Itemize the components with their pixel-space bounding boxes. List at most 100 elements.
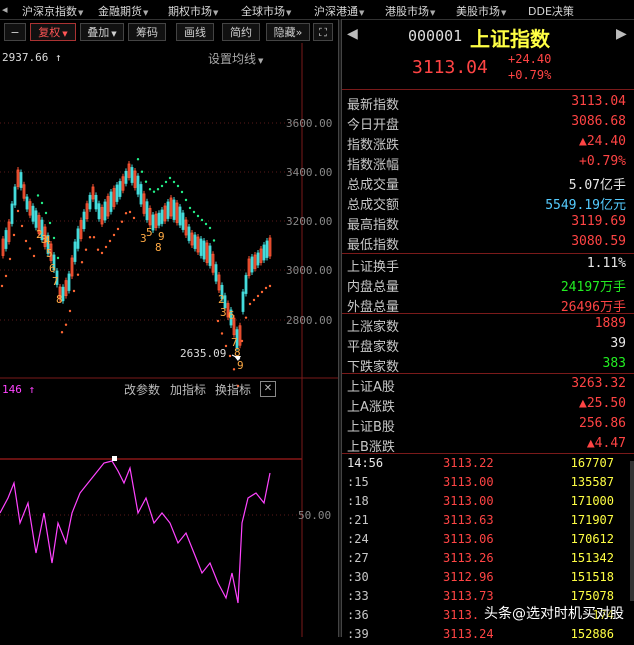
overlay-dropdown[interactable]: 叠加 ▼ <box>80 23 124 41</box>
kline-chart[interactable]: 23456783589236789 2937.66 ↑ 设置均线 ▼ 3600.0… <box>0 43 338 637</box>
add-indicator-button[interactable]: 加指标 <box>170 381 206 398</box>
td-count-label: 2 <box>218 293 225 306</box>
candle-body <box>124 170 128 184</box>
menu-item-hk[interactable]: 港股市场▼ <box>385 3 435 19</box>
stop-dot <box>228 354 232 358</box>
quote-row: 指数涨跌 ▲24.40 <box>342 133 634 153</box>
tick-time: 14:56 <box>347 456 384 470</box>
stop-dots <box>0 158 272 388</box>
tick-row[interactable]: :15 3113.00 135587 <box>342 474 634 493</box>
next-stock-icon[interactable]: ▶ <box>616 26 627 42</box>
candle-body <box>31 205 35 222</box>
quote-row: 下跌家数 383 <box>342 355 634 375</box>
stop-dot <box>152 190 156 193</box>
hide-button[interactable]: 隐藏» <box>266 23 310 41</box>
edit-params-button[interactable]: 改参数 <box>124 381 160 398</box>
menu-item-global[interactable]: 全球市场▼ <box>241 3 291 19</box>
stock-change: +24.40 <box>508 52 552 66</box>
candle-body <box>181 212 185 230</box>
td-count-label: 6 <box>49 262 56 275</box>
stop-dot <box>164 180 168 184</box>
zoom-out-button[interactable]: − <box>4 23 26 41</box>
quote-row: 上证A股 3263.32 <box>342 375 634 395</box>
y-label-3400: 3400.00 <box>286 166 333 179</box>
sub-indicator-line <box>0 460 271 604</box>
fullscreen-icon[interactable]: ⛶ <box>313 23 333 41</box>
stock-change-pct: +0.79% <box>508 68 552 82</box>
chips-button[interactable]: 筹码 <box>128 23 166 41</box>
y-label-3600: 3600.00 <box>286 117 333 130</box>
candle-body <box>19 172 23 188</box>
candle-body <box>73 241 77 262</box>
fuquan-dropdown[interactable]: 复权 ▼ <box>30 23 76 41</box>
stop-dot <box>208 226 212 230</box>
stop-dot <box>0 284 4 288</box>
divider <box>342 453 634 454</box>
candle-body <box>10 203 14 224</box>
quote-label: 上证换手 <box>347 260 400 275</box>
menu-item-us[interactable]: 美股市场▼ <box>456 3 506 19</box>
stop-dot <box>160 184 164 188</box>
menu-item-hs-index[interactable]: 沪深京指数▼ <box>22 3 83 19</box>
stop-dot <box>48 221 52 225</box>
tick-price: 3112.96 <box>443 570 494 584</box>
stop-dot <box>4 274 8 278</box>
candle-body <box>67 273 71 291</box>
candle-body <box>244 275 248 294</box>
candle-body <box>130 167 134 183</box>
divider <box>342 253 634 254</box>
stop-dot <box>140 170 144 173</box>
candle-body <box>103 201 107 221</box>
tick-row[interactable]: :21 3113.63 171907 <box>342 512 634 531</box>
tick-row[interactable]: :30 3112.96 151518 <box>342 569 634 588</box>
candle-body <box>202 240 206 260</box>
stop-dot <box>136 158 140 161</box>
tick-price: 3113.06 <box>443 532 494 546</box>
quote-row: 最高指数 3119.69 <box>342 213 634 233</box>
tick-row[interactable]: :24 3113.06 170612 <box>342 531 634 550</box>
stop-dot <box>64 323 68 326</box>
prev-stock-icon[interactable]: ◀ <box>347 26 358 42</box>
simple-mode-button[interactable]: 简约 <box>222 23 260 41</box>
tick-row[interactable]: :27 3113.26 151342 <box>342 550 634 569</box>
stop-dot <box>12 233 16 237</box>
stop-dot <box>60 331 64 334</box>
swap-indicator-button[interactable]: 换指标 <box>215 381 251 398</box>
candle-body <box>178 206 182 226</box>
chevron-down-icon: ▼ <box>258 57 264 65</box>
tick-row[interactable]: :39 3113.24 152886 <box>342 626 634 645</box>
tick-price: 3113.24 <box>443 627 494 641</box>
chevron-down-icon: ▼ <box>430 9 436 17</box>
tick-price: 3113.63 <box>443 513 494 527</box>
td-count-label: 9 <box>158 230 165 243</box>
menu-item-financial-futures[interactable]: 金融期货▼ <box>98 3 148 19</box>
stop-dot <box>252 298 256 302</box>
tick-time: :33 <box>347 589 369 603</box>
scrollbar[interactable] <box>630 461 634 601</box>
tick-row[interactable]: :18 3113.00 171000 <box>342 493 634 512</box>
candle-body <box>262 244 266 261</box>
candle-body <box>82 211 86 230</box>
td-count-label: 5 <box>146 226 153 239</box>
menu-item-stock-connect[interactable]: 沪深港通▼ <box>314 3 364 19</box>
stop-dot <box>156 188 160 191</box>
tick-price: 3113.00 <box>443 475 494 489</box>
sub-indicator-polyline <box>0 460 271 604</box>
stop-dot <box>256 294 260 298</box>
tick-row[interactable]: 14:56 3113.22 167707 <box>342 455 634 474</box>
menu-item-dde[interactable]: DDE决策 <box>528 3 574 19</box>
close-icon[interactable]: ✕ <box>260 381 276 397</box>
quote-value: 383 <box>602 356 626 371</box>
draw-line-button[interactable]: 画线 <box>176 23 214 41</box>
quote-label: 最低指数 <box>347 238 400 253</box>
quote-value: 39 <box>610 336 626 351</box>
tick-volume: 151342 <box>570 551 614 565</box>
quote-value: 3119.69 <box>571 214 626 229</box>
menu-scroll-left-icon[interactable]: ◂ <box>2 3 8 16</box>
menu-item-options[interactable]: 期权市场▼ <box>168 3 218 19</box>
ma-settings-button[interactable]: 设置均线 ▼ <box>208 50 263 67</box>
stop-dot <box>180 190 184 194</box>
quote-row: 总成交量 5.07亿手 <box>342 173 634 193</box>
tick-volume: 152886 <box>570 627 614 641</box>
quote-row: 平盘家数 39 <box>342 335 634 355</box>
